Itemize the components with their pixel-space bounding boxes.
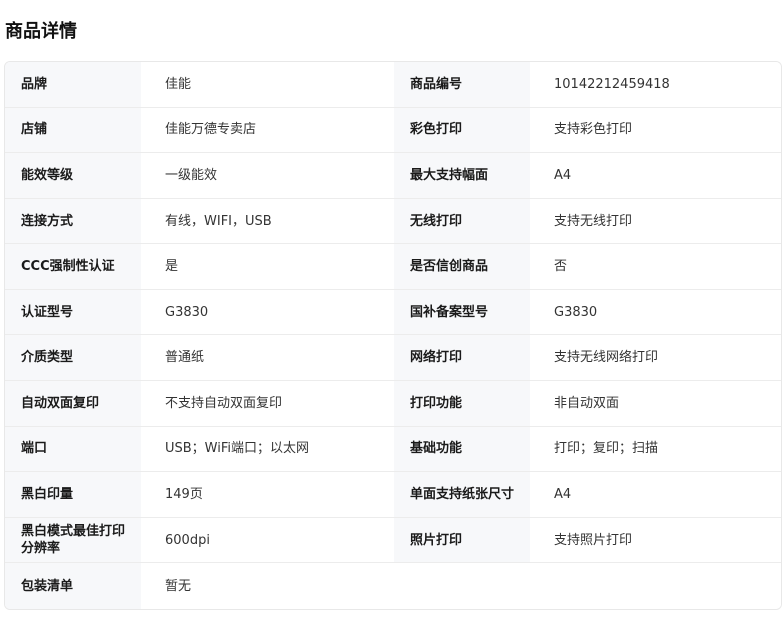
product-details-page: 商品详情 品牌 佳能 商品编号 10142212459418 店铺 佳能万德专卖店 彩色打印… [0, 0, 784, 620]
spec-key: 认证型号 [5, 289, 141, 336]
spec-value: 支持无线网络打印 [530, 335, 781, 382]
spec-value: 支持彩色打印 [530, 107, 781, 154]
spec-key: 连接方式 [5, 198, 141, 245]
spec-value: 一级能效 [141, 153, 394, 199]
spec-value: 打印；复印；扫描 [530, 426, 781, 473]
spec-value: G3830 [141, 289, 394, 336]
spec-key: 店铺 [5, 107, 141, 154]
spec-value: 否 [530, 244, 781, 290]
spec-key: 品牌 [5, 62, 141, 108]
spec-value: 暂无 [141, 563, 394, 609]
spec-value: USB；WiFi端口；以太网 [141, 426, 394, 473]
spec-value: A4 [530, 472, 781, 518]
spec-key: CCC强制性认证 [5, 244, 141, 290]
page-title: 商品详情 [5, 21, 77, 42]
spec-value: 支持照片打印 [530, 517, 781, 564]
spec-table: 品牌 佳能 商品编号 10142212459418 店铺 佳能万德专卖店 彩色打印 支持彩色打… [4, 61, 782, 610]
spec-value: 是 [141, 244, 394, 290]
spec-key: 基础功能 [394, 426, 530, 473]
spec-key: 黑白模式最佳打印分辨率 [5, 517, 141, 564]
spec-value: 600dpi [141, 517, 394, 564]
spec-value: 有线，WIFI，USB [141, 198, 394, 245]
spec-key: 国补备案型号 [394, 289, 530, 336]
spec-value: 普通纸 [141, 335, 394, 382]
spec-key: 是否信创商品 [394, 244, 530, 290]
spec-key: 最大支持幅面 [394, 153, 530, 199]
spec-value: 10142212459418 [530, 62, 781, 108]
spec-key: 端口 [5, 426, 141, 473]
spec-key: 无线打印 [394, 198, 530, 245]
spec-key: 能效等级 [5, 153, 141, 199]
spec-key: 网络打印 [394, 335, 530, 382]
spec-key: 彩色打印 [394, 107, 530, 154]
spec-value: 非自动双面 [530, 381, 781, 427]
spec-value: 149页 [141, 472, 394, 518]
spec-key: 介质类型 [5, 335, 141, 382]
spec-key: 打印功能 [394, 381, 530, 427]
spec-key: 照片打印 [394, 517, 530, 564]
spec-value: 支持无线打印 [530, 198, 781, 245]
spec-value: 佳能万德专卖店 [141, 107, 394, 154]
spec-key: 黑白印量 [5, 472, 141, 518]
spec-key: 自动双面复印 [5, 381, 141, 427]
spec-key: 包装清单 [5, 563, 141, 609]
spec-value: 佳能 [141, 62, 394, 108]
spec-key: 单面支持纸张尺寸 [394, 472, 530, 518]
spec-value: G3830 [530, 289, 781, 336]
spec-empty-cell [394, 563, 781, 609]
spec-value: A4 [530, 153, 781, 199]
spec-key: 商品编号 [394, 62, 530, 108]
spec-value: 不支持自动双面复印 [141, 381, 394, 427]
